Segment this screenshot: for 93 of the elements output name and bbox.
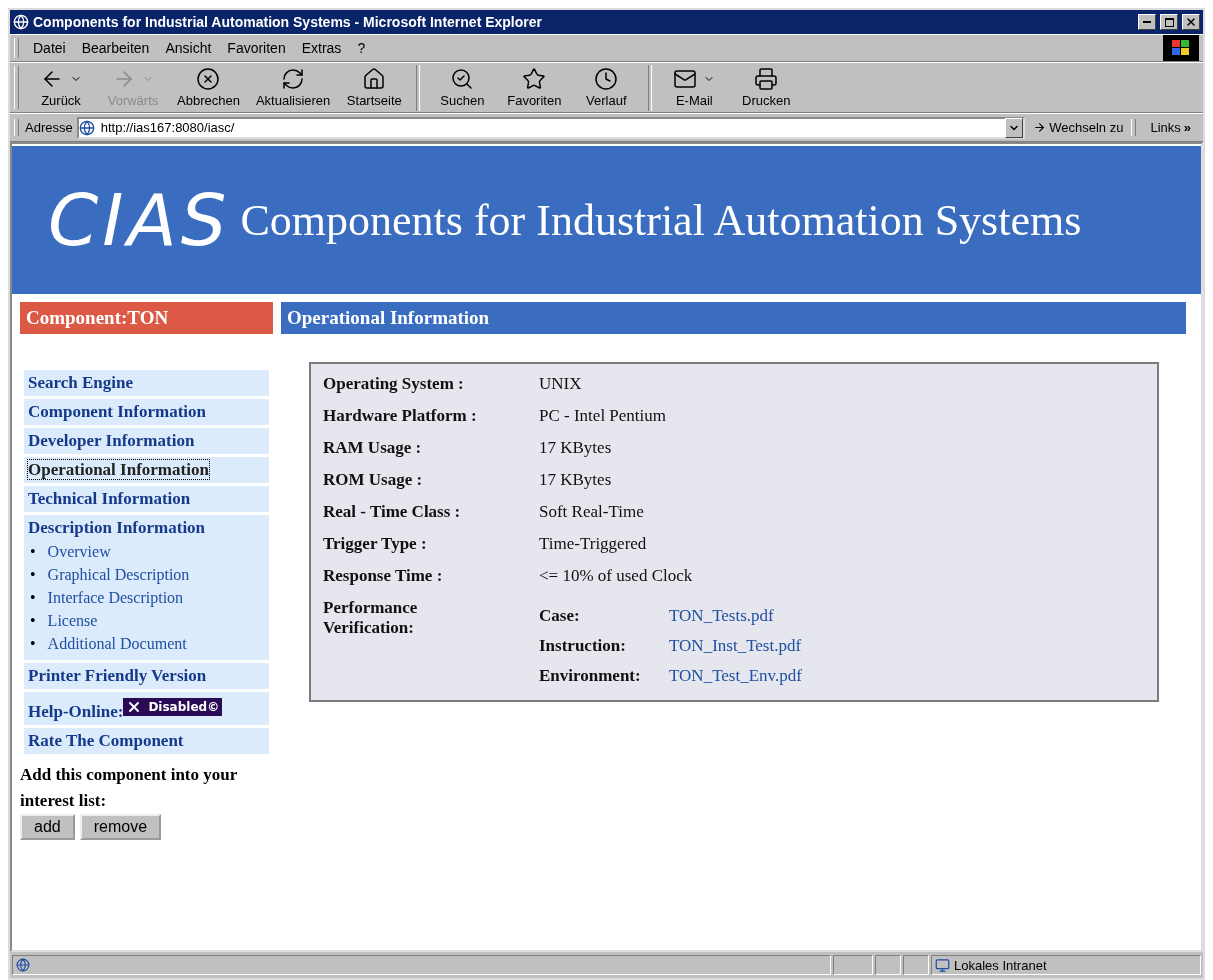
field-label: Response Time :	[323, 566, 444, 586]
menu-item[interactable]: ?	[349, 36, 374, 60]
bullet: •	[30, 588, 36, 608]
toolbar-button[interactable]: Verlauf	[570, 63, 643, 112]
field-value: Time-Triggered	[539, 534, 648, 554]
nav-link[interactable]: Operational Information	[28, 460, 209, 479]
toolbar-button[interactable]: Abbrechen	[169, 63, 248, 112]
minimize-button[interactable]	[1138, 14, 1156, 30]
toolbar-button[interactable]: Startseite	[338, 63, 411, 112]
status-panel	[903, 955, 929, 975]
menu-item[interactable]: Extras	[293, 36, 350, 60]
nav-link[interactable]: Search Engine	[28, 373, 133, 392]
sub-link[interactable]: Interface Description	[47, 586, 184, 609]
file-link[interactable]: TON_Tests.pdf	[669, 606, 1145, 626]
menu-item[interactable]: Datei	[25, 36, 74, 60]
file-label: Instruction:	[539, 636, 627, 656]
window-title: Components for Industrial Automation Systems - Microsoft Internet Explorer	[33, 14, 543, 30]
clock-icon	[594, 67, 619, 91]
toolbar-button[interactable]: Zurück	[25, 63, 97, 112]
toolbar-button[interactable]: Suchen	[426, 63, 499, 112]
page-icon	[78, 119, 95, 136]
go-icon	[1033, 121, 1047, 134]
banner-title: Components for Industrial Automation Systems	[240, 194, 1082, 246]
windows-logo	[1163, 35, 1199, 61]
field-label: ROM Usage :	[323, 470, 424, 490]
address-field[interactable]: http://ias167:8080/iasc/	[76, 116, 1026, 139]
nav-link[interactable]: Technical Information	[28, 489, 191, 508]
disabled-badge: Disabled©	[123, 698, 223, 716]
file-link[interactable]: TON_Test_Env.pdf	[669, 666, 1145, 686]
field-label: Hardware Platform :	[323, 406, 478, 426]
field-label: Real - Time Class :	[323, 502, 462, 522]
field-value: <= 10% of used Clock	[539, 566, 694, 586]
menu-item[interactable]: Bearbeiten	[73, 36, 158, 60]
field-value: 17 KBytes	[539, 438, 613, 458]
logo-text: CIAS	[48, 178, 231, 262]
maximize-button[interactable]	[1160, 14, 1178, 30]
field-label: Trigger Type :	[323, 534, 428, 554]
nav-link[interactable]: Description Information	[28, 518, 206, 537]
toolbar-button[interactable]: Favoriten	[498, 63, 571, 112]
form-button[interactable]: add	[20, 814, 75, 840]
bullet: •	[30, 542, 36, 562]
toolbar-button[interactable]: Aktualisieren	[247, 63, 339, 112]
refresh-icon	[281, 67, 306, 91]
sub-link[interactable]: License	[47, 609, 98, 632]
form-button[interactable]: remove	[79, 814, 162, 840]
sub-link[interactable]: Overview	[47, 540, 111, 563]
sub-link[interactable]: Additional Document	[47, 632, 187, 655]
address-label: Adresse	[25, 120, 74, 135]
links-button[interactable]: Links »	[1142, 116, 1199, 139]
mail-icon	[673, 67, 698, 91]
section-heading: Operational Information	[281, 302, 1186, 334]
page-icon	[16, 958, 30, 972]
nav-link[interactable]: Rate The Component	[28, 731, 184, 750]
file-label: Environment:	[539, 666, 642, 686]
go-button[interactable]: Wechseln zu	[1025, 116, 1132, 139]
field-label: Operating System :	[323, 374, 465, 394]
field-label: Performance Verification:	[323, 598, 419, 638]
menu-item[interactable]: Ansicht	[157, 36, 220, 60]
help-label: Help-Online:	[28, 702, 124, 721]
minimize-icon	[1143, 21, 1151, 23]
nav-link[interactable]: Developer Information	[28, 431, 195, 450]
component-heading: Component:TON	[20, 302, 273, 334]
dropdown-button[interactable]	[1005, 117, 1024, 138]
toolbar-button[interactable]: E-Mail	[658, 63, 731, 112]
field-value: UNIX	[539, 374, 583, 394]
stop-icon	[196, 67, 221, 91]
close-button[interactable]	[1182, 14, 1200, 30]
toolbar-button[interactable]: Drucken	[730, 63, 803, 112]
field-value: 17 KBytes	[539, 470, 613, 490]
star-icon	[522, 67, 547, 91]
field-value: PC - Intel Pentium	[539, 406, 668, 426]
zone-label: Lokales Intranet	[954, 957, 1047, 973]
home-icon	[362, 67, 387, 91]
bullet: •	[30, 611, 36, 631]
search-icon	[450, 67, 475, 91]
status-panel	[875, 955, 901, 975]
browser-icon	[13, 14, 29, 30]
menu-item[interactable]: Favoriten	[219, 36, 294, 60]
nav-link[interactable]: Component Information	[28, 402, 207, 421]
sub-link[interactable]: Graphical Description	[47, 563, 190, 586]
network-icon	[935, 957, 950, 973]
bullet: •	[30, 634, 36, 654]
file-label: Case:	[539, 606, 581, 626]
maximize-icon	[1164, 17, 1174, 27]
file-link[interactable]: TON_Inst_Test.pdf	[669, 636, 1145, 656]
printer-icon	[754, 67, 779, 91]
field-value: Soft Real-Time	[539, 502, 645, 522]
status-panel	[833, 955, 873, 975]
close-icon	[1185, 16, 1197, 28]
field-label: RAM Usage :	[323, 438, 423, 458]
bullet: •	[30, 565, 36, 585]
interest-prompt: Add this component into your interest list:	[20, 764, 238, 812]
nav-link[interactable]: Printer Friendly Version	[28, 666, 207, 685]
